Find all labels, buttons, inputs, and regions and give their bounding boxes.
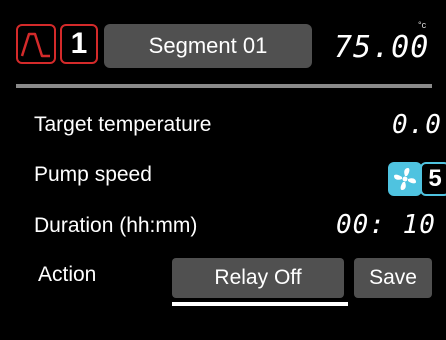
fan-blades-icon	[394, 168, 416, 190]
segment-select-button[interactable]: Segment 01	[104, 24, 312, 68]
temperature-profile-icon[interactable]	[16, 24, 56, 64]
profile-curve-icon	[20, 32, 50, 58]
action-label: Action	[38, 263, 97, 286]
save-button[interactable]: Save	[354, 258, 432, 298]
segment-number-badge[interactable]: 1	[60, 24, 98, 64]
relay-toggle-button[interactable]: Relay Off	[172, 258, 344, 298]
temperature-unit: °c	[418, 20, 427, 30]
relay-selection-underline	[172, 302, 348, 306]
target-temperature-value[interactable]: 0.0	[392, 110, 442, 140]
pump-speed-label: Pump speed	[34, 163, 152, 186]
pump-speed-value[interactable]: 5	[420, 162, 446, 196]
target-temperature-label: Target temperature	[34, 113, 212, 136]
current-temperature-readout: 75.00	[334, 30, 430, 65]
duration-value[interactable]: 00: 10	[336, 210, 436, 240]
duration-label: Duration (hh:mm)	[34, 214, 198, 237]
header-divider	[16, 84, 432, 88]
fan-icon[interactable]	[388, 162, 422, 196]
